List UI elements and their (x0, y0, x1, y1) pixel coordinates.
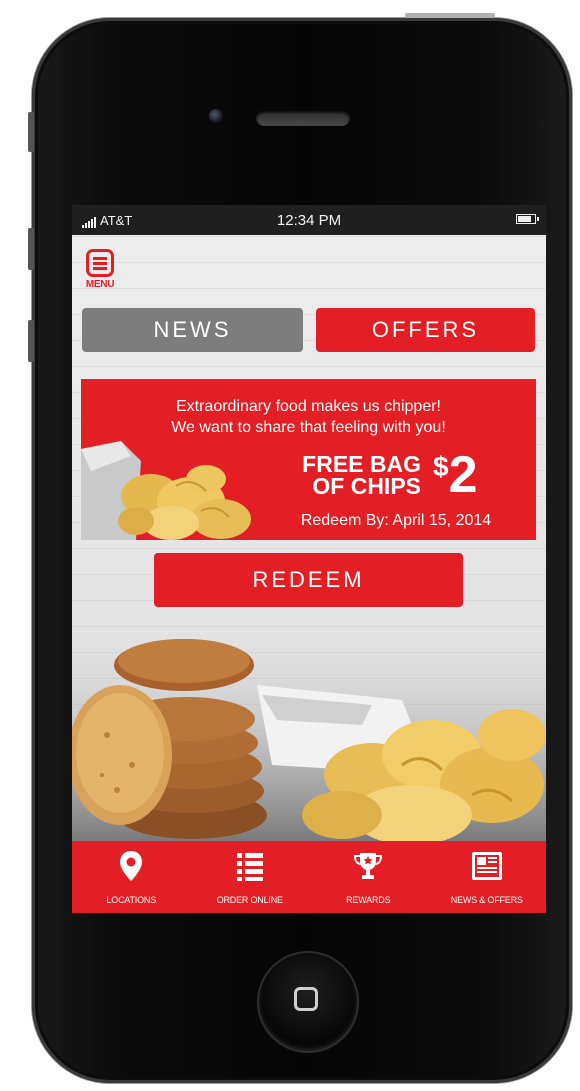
nav-news-offers[interactable]: NEWS & OFFERS (428, 841, 547, 913)
offer-title: FREE BAG OF CHIPS (281, 451, 421, 499)
volume-up-button (28, 228, 34, 270)
list-icon (191, 841, 310, 881)
offer-tagline-line1: Extraordinary food makes us chipper! (175, 398, 441, 415)
nav-locations[interactable]: LOCATIONS (72, 841, 191, 913)
front-camera (209, 109, 223, 123)
price-symbol: $ (433, 451, 449, 482)
offer-tagline-line2: We want to share that feeling with you! (171, 419, 446, 436)
hamburger-icon (86, 249, 114, 277)
app-screen: AT&T 12:34 PM MENU NEWS OFFERS Extraordi… (72, 205, 546, 913)
tab-offers[interactable]: OFFERS (316, 308, 535, 352)
status-time: 12:34 PM (276, 212, 342, 229)
nav-rewards-label: REWARDS (346, 895, 391, 905)
nav-rewards[interactable]: REWARDS (309, 841, 428, 913)
nav-order-online[interactable]: ORDER ONLINE (191, 841, 310, 913)
status-bar: AT&T 12:34 PM (72, 205, 546, 235)
mute-switch (28, 112, 34, 152)
menu-button[interactable]: MENU (80, 249, 120, 301)
redeem-button[interactable]: REDEEM (154, 553, 463, 607)
offer-title-line2: OF CHIPS (312, 473, 421, 499)
volume-down-button (28, 320, 34, 362)
trophy-icon (309, 841, 428, 881)
nav-news-offers-label: NEWS & OFFERS (450, 895, 523, 905)
menu-label: MENU (85, 279, 115, 290)
map-pin-icon (72, 841, 191, 881)
nav-locations-label: LOCATIONS (106, 895, 157, 905)
offer-price: $2 (433, 449, 478, 501)
nav-order-online-label: ORDER ONLINE (216, 895, 283, 905)
home-button[interactable] (257, 951, 359, 1053)
bottom-nav: LOCATIONS ORDER ONLINE REWARDS NEWS & OF… (72, 841, 546, 913)
chips-bag-image (81, 441, 251, 540)
power-button (405, 13, 495, 18)
offer-title-line1: FREE BAG (302, 451, 421, 477)
newspaper-icon (428, 841, 547, 881)
price-value: 2 (448, 446, 478, 504)
offer-redeem-by: Redeem By: April 15, 2014 (300, 512, 492, 529)
offer-banner: Extraordinary food makes us chipper! We … (81, 379, 536, 540)
tab-news[interactable]: NEWS (82, 308, 303, 352)
home-button-icon (294, 987, 318, 1011)
battery-icon (516, 214, 539, 224)
cookies-and-chips-image (72, 625, 546, 841)
earpiece-speaker (256, 110, 350, 126)
